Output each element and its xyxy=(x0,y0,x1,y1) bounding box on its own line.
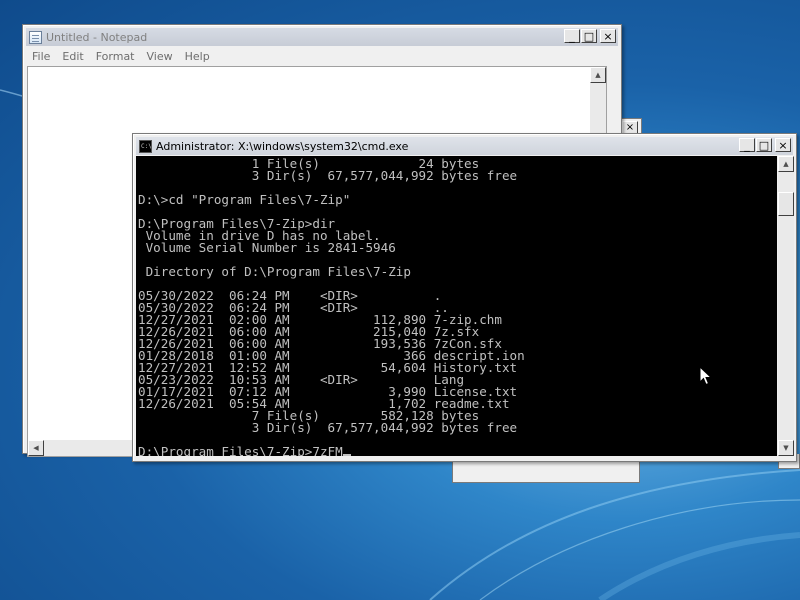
notepad-titlebar[interactable]: Untitled - Notepad _ □ × xyxy=(26,28,618,46)
console-line: 3 Dir(s) 67,577,044,992 bytes free xyxy=(138,168,518,183)
cmd-titlebar[interactable]: C:\ Administrator: X:\windows\system32\c… xyxy=(136,137,793,155)
scroll-up-icon[interactable]: ▲ xyxy=(590,67,606,83)
console-line: Volume Serial Number is 2841-5946 xyxy=(138,240,396,255)
command-prompt[interactable]: D:\Program Files\7-Zip>7zFM xyxy=(138,444,343,456)
minimize-icon[interactable]: _ xyxy=(739,138,755,152)
console-line: 3 Dir(s) 67,577,044,992 bytes free xyxy=(138,420,518,435)
console-line: Directory of D:\Program Files\7-Zip xyxy=(138,264,411,279)
minimize-icon[interactable]: _ xyxy=(564,29,580,43)
maximize-icon[interactable]: □ xyxy=(581,29,597,43)
notepad-icon xyxy=(29,30,42,44)
close-icon[interactable]: × xyxy=(775,138,791,152)
scroll-up-icon[interactable]: ▲ xyxy=(778,156,794,172)
menu-help[interactable]: Help xyxy=(179,50,216,63)
menu-file[interactable]: File xyxy=(26,50,56,63)
console-line: D:\>cd "Program Files\7-Zip" xyxy=(138,192,351,207)
menu-format[interactable]: Format xyxy=(90,50,141,63)
console-output[interactable]: 1 File(s) 24 bytes 3 Dir(s) 67,577,044,9… xyxy=(136,156,777,456)
cmd-title: Administrator: X:\windows\system32\cmd.e… xyxy=(156,139,409,153)
menu-edit[interactable]: Edit xyxy=(56,50,89,63)
menu-view[interactable]: View xyxy=(141,50,179,63)
mouse-pointer-icon xyxy=(699,366,713,386)
notepad-menubar: File Edit Format View Help xyxy=(26,47,618,65)
notepad-title: Untitled - Notepad xyxy=(46,30,148,44)
text-cursor xyxy=(342,454,351,456)
maximize-icon[interactable]: □ xyxy=(756,138,772,152)
scroll-thumb[interactable] xyxy=(778,192,794,216)
scroll-down-icon[interactable]: ▼ xyxy=(778,440,794,456)
cmd-window[interactable]: C:\ Administrator: X:\windows\system32\c… xyxy=(132,133,797,462)
cmd-vertical-scrollbar[interactable]: ▲ ▼ xyxy=(778,156,794,456)
cmd-icon: C:\ xyxy=(139,139,152,153)
scroll-left-icon[interactable]: ◀ xyxy=(28,440,44,456)
close-icon[interactable]: × xyxy=(600,29,616,43)
